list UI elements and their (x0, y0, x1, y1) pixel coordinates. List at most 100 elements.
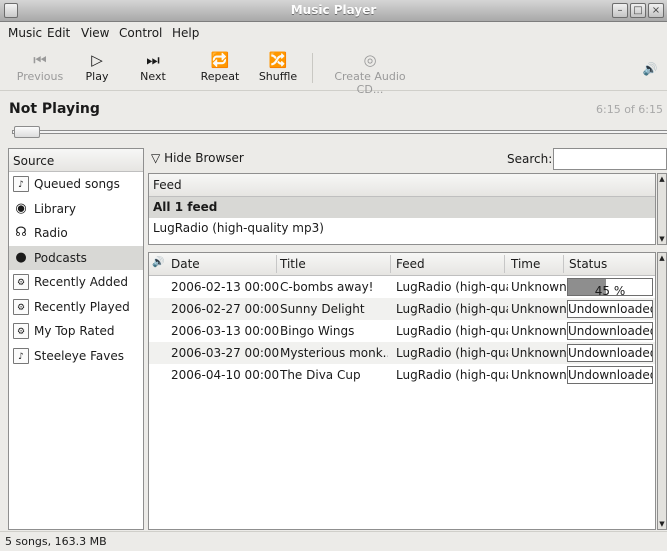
feed-row[interactable]: LugRadio (high-quality mp3) (149, 218, 655, 239)
table-row[interactable]: 2006-03-27 00:00 Mysterious monk... LugR… (149, 342, 655, 364)
window-title: Music Player (290, 3, 377, 17)
feed-list: Feed All 1 feed LugRadio (high-quality m… (148, 173, 656, 245)
feed-column-header[interactable]: Feed (149, 174, 655, 197)
close-button[interactable]: × (648, 3, 664, 18)
smart-playlist-icon: ⚙ (13, 274, 29, 290)
shuffle-icon: 🔀 (268, 51, 288, 69)
next-label: Next (140, 70, 166, 83)
seek-bar[interactable] (12, 130, 667, 134)
play-label: Play (85, 70, 109, 83)
now-playing-title: Not Playing (9, 101, 100, 117)
source-item-queued-songs[interactable]: ♪ Queued songs (9, 172, 143, 197)
queue-icon: ♪ (13, 176, 29, 192)
episode-feed: LugRadio (high-quali (396, 324, 508, 338)
status-badge: Undownloaded (567, 344, 653, 362)
repeat-label: Repeat (200, 70, 240, 83)
search-input[interactable] (553, 148, 667, 170)
table-row[interactable]: 2006-04-10 00:00 The Diva Cup LugRadio (… (149, 364, 655, 386)
scroll-down-icon[interactable]: ▼ (658, 234, 666, 244)
episode-date: 2006-02-13 00:00 (171, 280, 280, 294)
episode-feed: LugRadio (high-quali (396, 302, 508, 316)
repeat-icon: 🔁 (210, 51, 230, 69)
episode-list: 🔊 Date Title Feed Time Status 2006-02-13… (148, 252, 656, 530)
column-status[interactable]: Status (569, 257, 607, 271)
play-button[interactable]: ▷ Play (80, 47, 114, 89)
triangle-down-icon: ▽ (151, 151, 161, 165)
source-item-library[interactable]: ◉ Library (9, 197, 143, 222)
search-label: Search: (507, 152, 553, 166)
episode-date: 2006-03-13 00:00 (171, 324, 280, 338)
toolbar: ⏮ Previous ▷ Play ⏭ Next 🔁 Repeat 🔀 Shuf… (0, 45, 667, 96)
column-feed[interactable]: Feed (396, 257, 425, 271)
playing-column-icon[interactable]: 🔊 (152, 257, 164, 268)
episode-time: Unknown (511, 324, 567, 338)
menu-control[interactable]: Control (119, 26, 162, 40)
source-item-steeleye-faves[interactable]: ♪ Steeleye Faves (9, 344, 143, 369)
smart-playlist-icon: ⚙ (13, 298, 29, 315)
title-bar[interactable]: Music Player – □ × (0, 0, 667, 22)
podcast-icon: ● (15, 249, 27, 265)
source-list: Source ♪ Queued songs ◉ Library ☊ Radio … (8, 148, 144, 530)
feed-row[interactable]: All 1 feed (149, 197, 655, 218)
playlist-icon: ♪ (13, 347, 29, 364)
episode-feed: LugRadio (high-quali (396, 280, 508, 294)
episode-title: C-bombs away! (280, 280, 374, 294)
status-badge: Undownloaded (567, 322, 653, 340)
maximize-button[interactable]: □ (630, 3, 646, 18)
status-badge: Undownloaded (567, 300, 653, 318)
episode-scrollbar[interactable]: ▲ ▼ (657, 252, 667, 530)
source-item-my-top-rated[interactable]: ⚙ My Top Rated (9, 319, 143, 344)
skip-back-icon: ⏮ (33, 51, 47, 69)
scroll-up-icon[interactable]: ▲ (658, 253, 666, 263)
column-date[interactable]: Date (171, 257, 200, 271)
episode-title: The Diva Cup (280, 368, 361, 382)
source-item-label: Queued songs (34, 177, 120, 191)
elapsed-time: 6:15 of 6:15 (596, 103, 663, 116)
feed-scrollbar[interactable]: ▲ ▼ (657, 173, 667, 245)
repeat-button[interactable]: 🔁 Repeat (197, 47, 243, 89)
column-separator (563, 255, 564, 273)
source-item-label: Recently Added (34, 275, 128, 289)
shuffle-button[interactable]: 🔀 Shuffle (256, 47, 300, 89)
source-item-label: Steeleye Faves (34, 348, 124, 363)
source-item-recently-added[interactable]: ⚙ Recently Added (9, 270, 143, 295)
source-item-recently-played[interactable]: ⚙ Recently Played (9, 295, 143, 320)
menu-music[interactable]: Music (8, 26, 42, 40)
create-cd-label: Create Audio CD... (334, 70, 406, 96)
column-time[interactable]: Time (511, 257, 540, 271)
menu-edit[interactable]: Edit (47, 26, 70, 40)
next-button[interactable]: ⏭ Next (137, 47, 169, 89)
episode-time: Unknown (511, 302, 567, 316)
episode-time: Unknown (511, 346, 567, 360)
previous-label: Previous (16, 70, 64, 83)
radio-icon: ☊ (15, 225, 27, 240)
table-row[interactable]: 2006-03-13 00:00 Bingo Wings LugRadio (h… (149, 320, 655, 342)
source-header[interactable]: Source (9, 149, 143, 172)
episode-feed: LugRadio (high-quali (396, 346, 508, 360)
previous-button[interactable]: ⏮ Previous (14, 47, 66, 89)
episode-header: 🔊 Date Title Feed Time Status (149, 253, 655, 276)
hide-browser-toggle[interactable]: ▽ Hide Browser (151, 151, 244, 165)
shuffle-label: Shuffle (258, 70, 298, 83)
episode-title: Mysterious monk... (280, 346, 388, 360)
table-row[interactable]: 2006-02-27 00:00 Sunny Delight LugRadio … (149, 298, 655, 320)
source-item-label: Library (34, 201, 76, 216)
table-row[interactable]: 2006-02-13 00:00 C-bombs away! LugRadio … (149, 276, 655, 298)
scroll-down-icon[interactable]: ▼ (658, 519, 666, 529)
source-item-podcasts[interactable]: ● Podcasts (9, 245, 143, 270)
status-bar: 5 songs, 163.3 MB (0, 531, 667, 551)
create-audio-cd-button[interactable]: ◎ Create Audio CD... (320, 47, 420, 96)
volume-button[interactable]: 🔊 (640, 47, 660, 89)
menu-view[interactable]: View (81, 26, 109, 40)
cd-icon: ◎ (363, 51, 377, 69)
episode-date: 2006-03-27 00:00 (171, 346, 280, 360)
seek-handle[interactable] (14, 126, 40, 138)
minimize-button[interactable]: – (612, 3, 628, 18)
source-item-radio[interactable]: ☊ Radio (9, 221, 143, 246)
speaker-icon: 🔊 (642, 62, 658, 76)
progress-text: 45 % (594, 284, 626, 296)
scroll-up-icon[interactable]: ▲ (658, 174, 666, 184)
play-icon: ▷ (91, 51, 103, 69)
column-title[interactable]: Title (280, 257, 306, 271)
menu-help[interactable]: Help (172, 26, 199, 40)
